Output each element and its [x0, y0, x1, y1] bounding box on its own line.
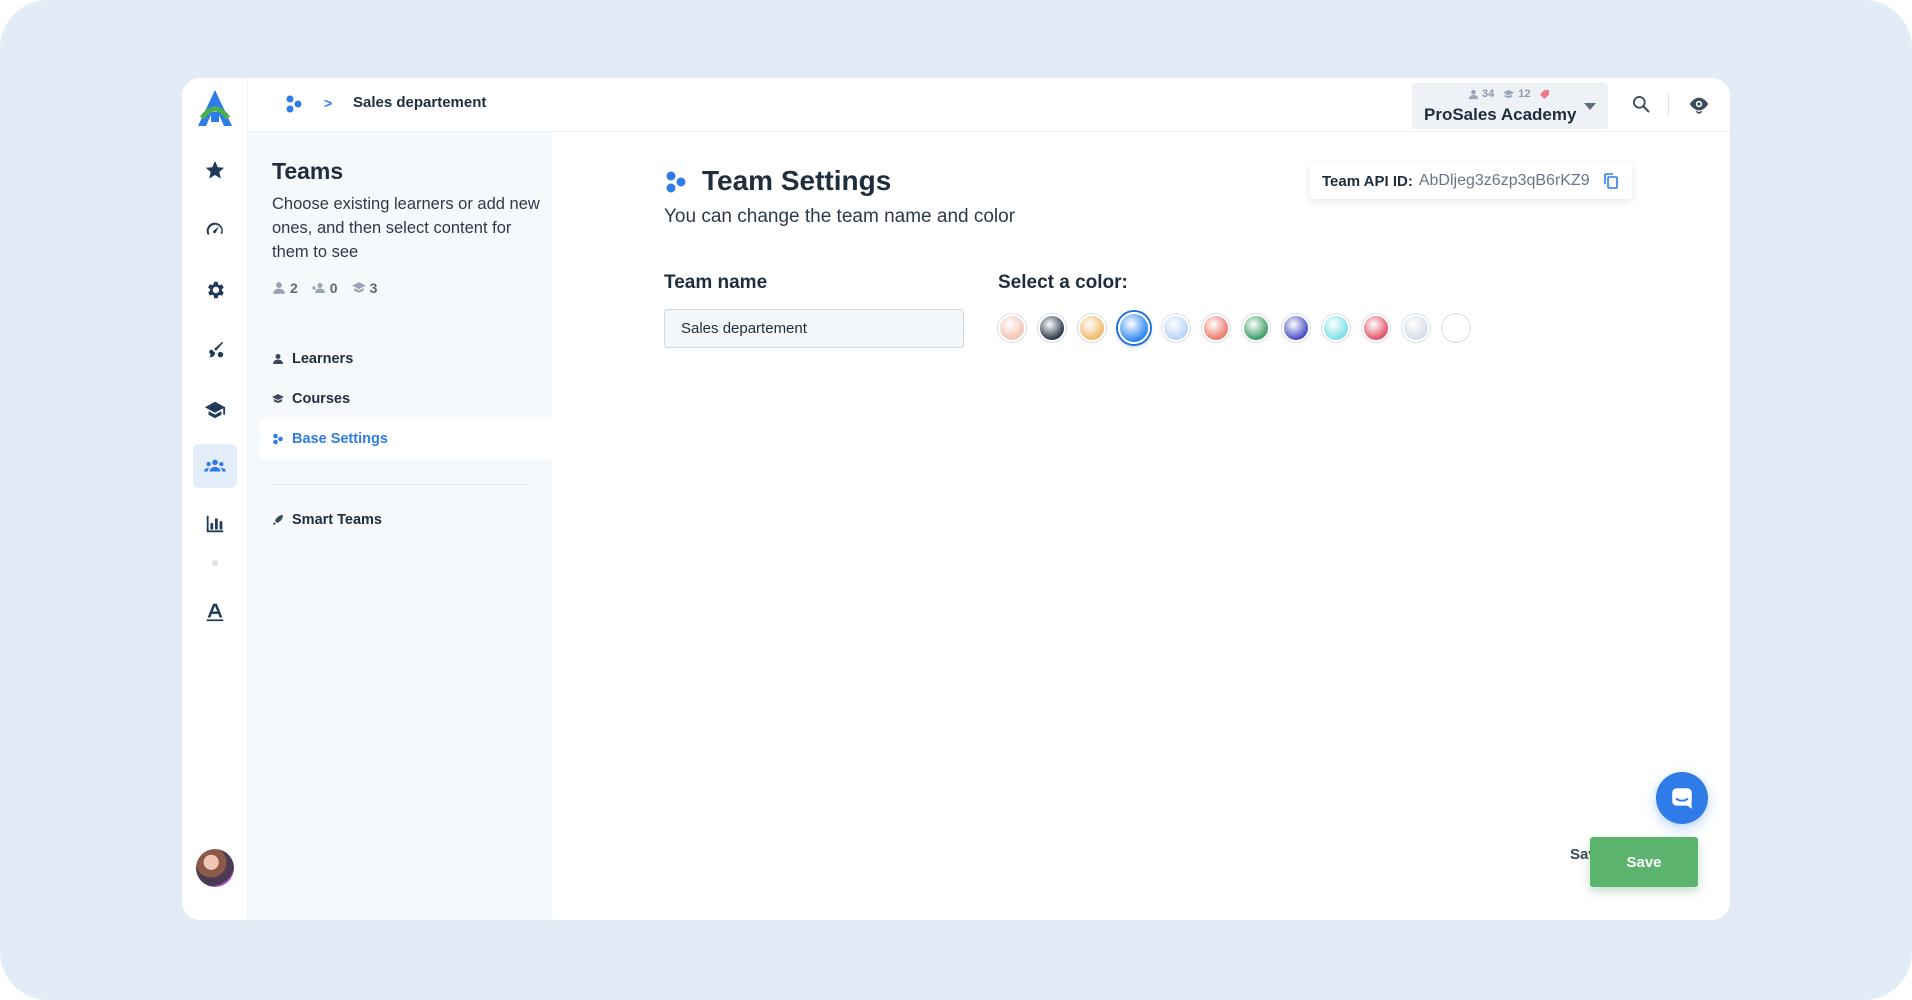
team-api-id-box: Team API ID: AbDljeg3z6zp3qB6rKZ9 [1310, 163, 1632, 199]
color-swatch[interactable] [1362, 314, 1390, 342]
page-background: > Sales departement 34 12 ProSales Acade… [0, 0, 1912, 1000]
courses-graduation-icon[interactable] [193, 388, 237, 432]
color-swatch[interactable] [1118, 312, 1150, 344]
color-swatch[interactable] [1322, 314, 1350, 342]
chevron-down-icon[interactable] [1584, 103, 1596, 110]
color-swatch[interactable] [1162, 314, 1190, 342]
nav-smart-teams[interactable]: Smart Teams [260, 500, 550, 540]
academy-course-count: 12 [1518, 88, 1531, 100]
copy-icon[interactable] [1602, 172, 1620, 190]
color-swatch[interactable] [1038, 314, 1066, 342]
learner-person-icon [273, 282, 285, 294]
course-cap-icon [351, 282, 366, 293]
color-swatch[interactable] [998, 314, 1026, 342]
panel-description: Choose existing learners or add new ones… [272, 195, 540, 261]
academy-learner-count: 34 [1482, 88, 1495, 100]
search-icon[interactable] [1628, 91, 1654, 117]
teams-side-panel: Teams Choose existing learners or add ne… [248, 132, 552, 920]
color-label: Select a color: [998, 272, 1128, 293]
nav-learners[interactable]: Learners [260, 339, 550, 379]
team-settings-main: Team Settings You can change the team na… [552, 132, 1730, 920]
tag-badge-icon [1539, 89, 1549, 99]
nav-courses-label: Courses [292, 391, 351, 407]
add-person-icon [311, 283, 325, 293]
typography-icon[interactable] [193, 590, 237, 634]
learner-person-icon [1468, 89, 1479, 99]
design-brush-icon[interactable] [193, 328, 237, 372]
color-swatch[interactable] [1402, 314, 1430, 342]
settings-gear-icon[interactable] [193, 268, 237, 312]
team-dots-icon [273, 433, 283, 445]
user-avatar[interactable] [196, 849, 234, 887]
topbar-divider [1668, 94, 1669, 116]
person-icon [273, 354, 283, 364]
team-dots-icon [666, 171, 686, 193]
color-swatch[interactable] [1442, 314, 1470, 342]
team-name-label: Team name [664, 272, 768, 293]
rail-separator-dot [212, 560, 218, 566]
nav-base-settings-label: Base Settings [292, 431, 388, 447]
team-name-input[interactable] [664, 309, 964, 348]
academy-stats: 34 12 [1468, 88, 1550, 100]
top-bar: > Sales departement 34 12 ProSales Acade… [248, 78, 1730, 132]
team-invited-count: 0 [329, 280, 338, 296]
academy-switcher[interactable]: 34 12 ProSales Academy [1412, 83, 1608, 129]
api-id-label: Team API ID: [1322, 172, 1413, 190]
course-cap-icon [1503, 89, 1515, 98]
teams-group-icon[interactable] [193, 444, 237, 488]
panel-divider [272, 484, 530, 485]
team-learner-count: 2 [290, 280, 298, 296]
rocket-icon [273, 515, 283, 525]
team-dots-icon[interactable] [284, 94, 304, 114]
nav-courses[interactable]: Courses [260, 379, 550, 419]
nav-base-settings[interactable]: Base Settings [260, 419, 552, 459]
icon-rail [182, 78, 248, 920]
team-stats: 2 0 3 [272, 280, 377, 296]
chat-bubble-icon [1672, 788, 1692, 809]
page-title: Team Settings [702, 165, 892, 196]
app-window: > Sales departement 34 12 ProSales Acade… [182, 78, 1730, 920]
favorites-icon[interactable] [193, 148, 237, 192]
color-swatch[interactable] [1078, 314, 1106, 342]
color-swatch-group [998, 312, 1470, 344]
api-id-value[interactable]: AbDljeg3z6zp3qB6rKZ9 [1419, 172, 1590, 190]
save-button[interactable]: Save [1590, 837, 1698, 887]
team-course-count: 3 [369, 280, 378, 296]
nav-smart-teams-label: Smart Teams [292, 512, 382, 528]
color-swatch[interactable] [1242, 314, 1270, 342]
preview-eye-icon[interactable] [1686, 91, 1712, 117]
academy-name: ProSales Academy [1424, 105, 1577, 124]
page-subtitle: You can change the team name and color [664, 206, 1016, 227]
color-swatch[interactable] [1282, 314, 1310, 342]
dashboard-icon[interactable] [193, 208, 237, 252]
app-logo-icon[interactable] [196, 88, 234, 128]
chat-support-button[interactable] [1656, 772, 1708, 824]
breadcrumb-current: Sales departement [353, 94, 487, 111]
panel-title: Teams [272, 158, 344, 184]
color-swatch[interactable] [1202, 314, 1230, 342]
reports-bar-chart-icon[interactable] [193, 502, 237, 546]
breadcrumb-separator: > [324, 95, 333, 111]
graduation-cap-icon [272, 394, 284, 403]
nav-learners-label: Learners [292, 351, 354, 367]
